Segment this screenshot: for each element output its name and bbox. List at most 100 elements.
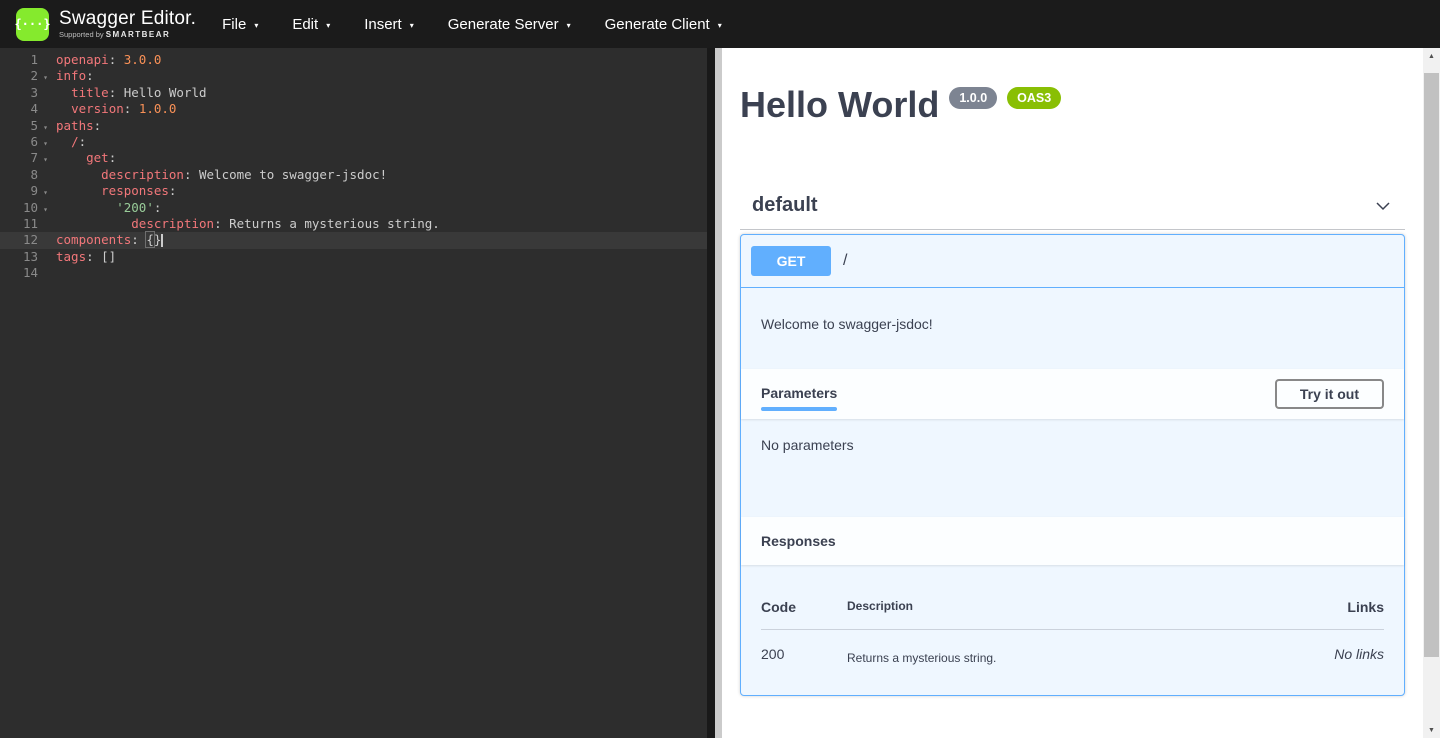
topbar: {···} Swagger Editor. Supported by SMART… [0, 0, 1440, 48]
brand: Swagger Editor. Supported by SMARTBEAR [59, 9, 196, 39]
pane-splitter[interactable] [715, 48, 722, 738]
code-text: title: Hello World [48, 85, 207, 101]
line-number[interactable]: 8 [0, 167, 48, 183]
editor-lines: 1openapi: 3.0.02▾info:3 title: Hello Wor… [0, 52, 715, 281]
code-text: /: [48, 134, 86, 150]
code-text [48, 265, 56, 281]
active-tab-underline [761, 407, 837, 411]
main-split: 1openapi: 3.0.02▾info:3 title: Hello Wor… [0, 48, 1440, 738]
api-title: Hello World [740, 85, 939, 125]
smartbear-brand: SMARTBEAR [106, 30, 171, 39]
operation-description: Welcome to swagger-jsdoc! [741, 288, 1404, 369]
column-description: Description [847, 599, 1264, 615]
chevron-down-icon: ▾ [410, 21, 414, 30]
editor-line[interactable]: 13tags: [] [0, 249, 707, 265]
editor-line[interactable]: 10▾ '200': [0, 200, 707, 216]
line-number[interactable]: 9▾ [0, 183, 48, 199]
tag-default-header[interactable]: default [740, 182, 1405, 230]
line-number[interactable]: 10▾ [0, 200, 48, 216]
line-number[interactable]: 1 [0, 52, 48, 68]
swagger-logo-icon: {···} [16, 8, 49, 41]
line-number[interactable]: 14 [0, 265, 48, 281]
editor-line[interactable]: 12components: {} [0, 232, 707, 248]
response-row-200: 200 Returns a mysterious string. No link… [761, 630, 1384, 665]
app-title: Swagger Editor. [59, 9, 196, 29]
editor-line[interactable]: 7▾ get: [0, 150, 707, 166]
tag-section: default GET / Welcome to swagger-jsdoc! … [740, 182, 1405, 696]
line-number[interactable]: 5▾ [0, 118, 48, 134]
menu-bar: File ▾ Edit ▾ Insert ▾ Generate Server ▾… [222, 6, 756, 43]
responses-header: Responses [741, 517, 1404, 565]
line-number[interactable]: 2▾ [0, 68, 48, 84]
chevron-down-icon: ▾ [326, 21, 330, 30]
editor-line[interactable]: 8 description: Welcome to swagger-jsdoc! [0, 167, 707, 183]
editor-line[interactable]: 11 description: Returns a mysterious str… [0, 216, 707, 232]
editor-line[interactable]: 9▾ responses: [0, 183, 707, 199]
response-description: Returns a mysterious string. [847, 651, 1264, 665]
line-number[interactable]: 13 [0, 249, 48, 265]
scrollbar-thumb[interactable] [1424, 73, 1439, 657]
scrollbar-up-icon[interactable]: ▲ [1423, 48, 1440, 64]
operation-summary[interactable]: GET / [741, 235, 1404, 288]
chevron-down-icon: ▾ [567, 21, 571, 30]
version-badge: 1.0.0 [949, 87, 997, 109]
response-links: No links [1264, 646, 1384, 662]
menu-edit-label: Edit [292, 16, 318, 33]
editor-scrollbar[interactable] [707, 48, 715, 738]
menu-generate-server-label: Generate Server [448, 16, 559, 33]
api-preview-pane: Hello World 1.0.0 OAS3 default GET / Wel… [722, 48, 1423, 738]
code-text: info: [48, 68, 94, 84]
code-text: version: 1.0.0 [48, 101, 176, 117]
parameters-title: Parameters [761, 385, 837, 401]
editor-line[interactable]: 4 version: 1.0.0 [0, 101, 707, 117]
try-it-out-button[interactable]: Try it out [1275, 379, 1384, 409]
line-number[interactable]: 11 [0, 216, 48, 232]
response-code: 200 [761, 646, 847, 662]
preview-scrollbar[interactable]: ▲ ▼ [1423, 48, 1440, 738]
editor-line[interactable]: 14 [0, 265, 707, 281]
line-number[interactable]: 6▾ [0, 134, 48, 150]
api-info-header: Hello World 1.0.0 OAS3 [740, 48, 1405, 125]
supported-by-label: Supported by SMARTBEAR [59, 30, 196, 39]
menu-generate-client[interactable]: Generate Client ▾ [605, 6, 722, 43]
responses-table: Code Description Links 200 Returns a mys… [741, 565, 1404, 695]
code-text: components: {} [48, 232, 163, 248]
menu-file-label: File [222, 16, 246, 33]
parameters-header: Parameters Try it out [741, 369, 1404, 419]
menu-insert-label: Insert [364, 16, 402, 33]
text-cursor [161, 234, 163, 247]
code-text: responses: [48, 183, 176, 199]
code-text: tags: [] [48, 249, 116, 265]
line-number[interactable]: 4 [0, 101, 48, 117]
chevron-down-icon: ▾ [718, 21, 722, 30]
editor-line[interactable]: 6▾ /: [0, 134, 707, 150]
line-number[interactable]: 12 [0, 232, 48, 248]
parameters-tab[interactable]: Parameters [761, 385, 837, 411]
chevron-down-icon: ▾ [254, 21, 258, 30]
code-text: description: Returns a mysterious string… [48, 216, 440, 232]
menu-file[interactable]: File ▾ [222, 6, 258, 43]
editor-line[interactable]: 1openapi: 3.0.0 [0, 52, 707, 68]
editor-line[interactable]: 5▾paths: [0, 118, 707, 134]
responses-table-head: Code Description Links [761, 581, 1384, 630]
line-number[interactable]: 3 [0, 85, 48, 101]
code-text: description: Welcome to swagger-jsdoc! [48, 167, 387, 183]
menu-insert[interactable]: Insert ▾ [364, 6, 414, 43]
get-method-button[interactable]: GET [751, 246, 831, 276]
scrollbar-down-icon[interactable]: ▼ [1423, 722, 1440, 738]
line-number[interactable]: 7▾ [0, 150, 48, 166]
yaml-code-editor[interactable]: 1openapi: 3.0.02▾info:3 title: Hello Wor… [0, 48, 715, 738]
operation-get-block: GET / Welcome to swagger-jsdoc! Paramete… [740, 234, 1405, 696]
editor-line[interactable]: 2▾info: [0, 68, 707, 84]
editor-line[interactable]: 3 title: Hello World [0, 85, 707, 101]
menu-generate-server[interactable]: Generate Server ▾ [448, 6, 571, 43]
responses-title: Responses [761, 533, 836, 549]
column-links: Links [1264, 599, 1384, 615]
code-text: get: [48, 150, 116, 166]
operation-path: / [843, 252, 847, 270]
collapse-chevron-icon[interactable] [1373, 196, 1393, 216]
column-code: Code [761, 599, 847, 615]
menu-edit[interactable]: Edit ▾ [292, 6, 330, 43]
menu-generate-client-label: Generate Client [605, 16, 710, 33]
code-text: '200': [48, 200, 161, 216]
